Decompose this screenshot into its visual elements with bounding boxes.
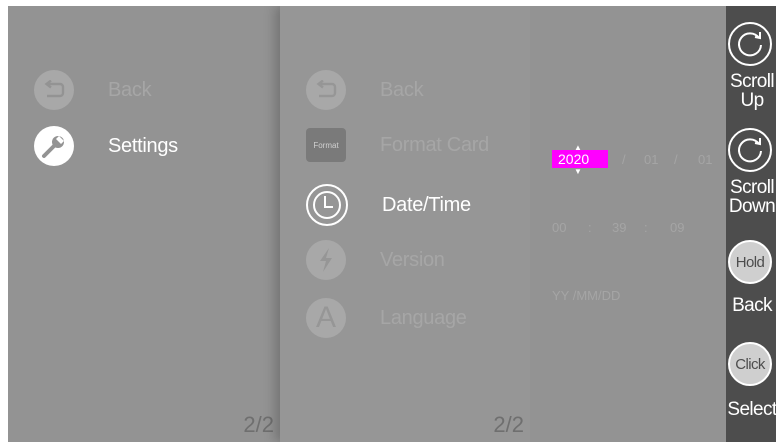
year-field[interactable]: 2020 (552, 150, 608, 168)
click-icon-text: Click (735, 355, 765, 373)
rotate-clockwise-icon (738, 32, 762, 57)
hold-icon-text: Hold (735, 253, 765, 271)
menu-item-version[interactable]: Version (306, 240, 445, 280)
language-a-icon: A (306, 298, 346, 338)
second-field[interactable]: 09 (670, 220, 684, 235)
select-label: Select (727, 399, 776, 420)
back-arrow-icon (306, 70, 346, 110)
date-separator: / (622, 152, 626, 167)
menu-label-language: Language (380, 306, 467, 329)
back-label: Back (732, 295, 772, 316)
format-card-icon: Format (306, 128, 346, 162)
scroll-up-label: Scroll Up (730, 71, 775, 111)
hold-button[interactable]: Hold (728, 240, 772, 284)
menu-item-date-time[interactable]: Date/Time (306, 184, 471, 226)
main-menu-panel: Back Settings 2/2 (8, 6, 280, 442)
day-field[interactable]: 01 (698, 152, 712, 167)
rotate-clockwise-icon (738, 138, 762, 163)
lightning-icon (306, 240, 346, 280)
date-time-panel: ▲ 2020 ▼ / 01 / 01 00 : 39 : 09 YY /MM/D… (530, 6, 726, 442)
menu-item-format-card[interactable]: Format Format Card (306, 128, 489, 162)
language-a-icon-text: A (315, 301, 336, 334)
menu-label-format-card: Format Card (380, 133, 489, 156)
menu-label-date-time: Date/Time (382, 193, 471, 216)
back-arrow-icon (34, 70, 74, 110)
scroll-up-button[interactable] (728, 22, 772, 66)
menu-item-language[interactable]: A Language (306, 298, 467, 338)
page-indicator: 2/2 (493, 412, 524, 437)
format-card-icon-text: Format (313, 140, 339, 150)
click-button[interactable]: Click (728, 342, 772, 386)
control-sidebar: Scroll Up Scroll Down Hold Back Click Se… (726, 6, 776, 442)
menu-item-settings[interactable]: Settings (34, 126, 178, 166)
wrench-icon (34, 126, 74, 166)
menu-label-back: Back (108, 78, 152, 101)
menu-label-version: Version (380, 248, 445, 271)
hour-field[interactable]: 00 (552, 220, 566, 235)
time-separator: : (588, 220, 592, 235)
date-separator: / (674, 152, 678, 167)
month-field[interactable]: 01 (644, 152, 658, 167)
menu-label-back: Back (380, 78, 424, 101)
caret-down-icon: ▼ (574, 167, 582, 176)
device-screen: Back Settings 2/2 Back Format Format Car… (8, 6, 776, 442)
date-format-field[interactable]: YY /MM/DD (552, 288, 620, 303)
time-separator: : (644, 220, 648, 235)
menu-label-settings: Settings (108, 134, 178, 157)
scroll-down-button[interactable] (728, 128, 772, 172)
clock-icon (306, 184, 348, 226)
settings-menu-panel: Back Format Format Card Date/Time Versio… (280, 6, 530, 442)
page-indicator: 2/2 (243, 412, 274, 437)
menu-item-back[interactable]: Back (306, 70, 424, 110)
minute-field[interactable]: 39 (612, 220, 626, 235)
scroll-down-label: Scroll Down (728, 177, 776, 217)
menu-item-back[interactable]: Back (34, 70, 152, 110)
